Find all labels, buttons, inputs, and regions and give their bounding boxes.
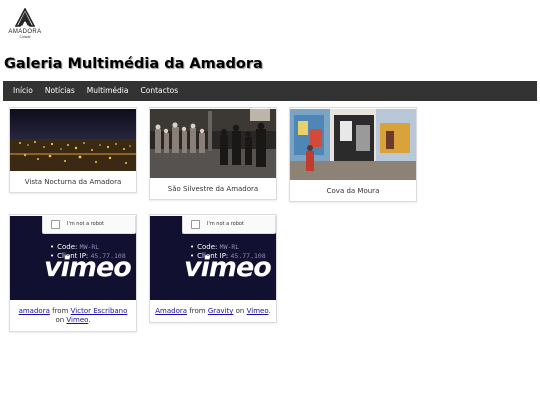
video-title-link[interactable]: amadora [19,307,50,315]
vimeo-link[interactable]: Vimeo [66,316,88,324]
code-label: Code: [197,243,218,251]
gallery-card-cova-da-moura[interactable]: Cova da Moura [289,107,417,202]
nav-item-contactos[interactable]: Contactos [135,81,185,101]
vimeo-logo: vimeo [44,252,132,283]
vimeo-embed-player[interactable]: I'm not a robot • Code: MW-RL • Client IP:… [10,216,136,300]
gallery-caption: Vista Nocturna da Amadora [24,178,122,186]
author-link[interactable]: Gravity [208,307,234,315]
recaptcha-widget[interactable]: I'm not a robot [182,216,276,234]
video-card-amadora: I'm not a robot • Code: MW-RL • Client IP:… [9,214,137,332]
video-caption: Amadora from Gravity on Vimeo. [150,300,276,322]
amadora-logo-icon [15,8,35,27]
amadora-logo[interactable]: AMADORA Cidade [6,8,44,39]
gallery-caption: São Silvestre da Amadora [167,185,259,193]
code-label: Code: [57,243,78,251]
captcha-label: I'm not a robot [67,221,104,227]
page-title: Galeria Multimédia da Amadora [4,56,263,72]
mural-photo[interactable] [290,109,416,180]
gallery-caption: Cova da Moura [326,187,380,195]
bullet-icon: • [190,243,195,251]
author-link[interactable]: Victor Escribano [71,307,128,315]
video-title-link[interactable]: Amadora [155,307,187,315]
street-race-photo[interactable] [150,109,276,178]
gallery-card-night-view[interactable]: Vista Nocturna da Amadora [9,107,137,193]
gallery-card-sao-silvestre[interactable]: São Silvestre da Amadora [149,107,277,200]
end-punct: . [88,316,91,324]
bullet-icon: • [50,243,55,251]
code-value: MW-RL [219,243,240,251]
video-caption: amadora from Victor Escribano on Vimeo. [10,300,136,331]
main-navbar: Início Notícias Multimédia Contactos [3,81,537,101]
vimeo-embed-player[interactable]: I'm not a robot • Code: MW-RL • Client IP:… [150,216,276,300]
captcha-label: I'm not a robot [207,221,244,227]
end-punct: . [268,307,271,315]
vimeo-link[interactable]: Vimeo [247,307,269,315]
captcha-checkbox[interactable] [51,219,60,229]
nav-item-noticias[interactable]: Notícias [39,81,81,101]
logo-subtitle: Cidade [19,35,31,39]
nav-item-multimedia[interactable]: Multimédia [81,81,135,101]
captcha-checkbox[interactable] [191,219,200,229]
recaptcha-widget[interactable]: I'm not a robot [42,216,136,234]
vimeo-logo: vimeo [184,252,272,283]
from-text: from [52,307,69,315]
code-value: MW-RL [79,243,100,251]
video-card-gravity: I'm not a robot • Code: MW-RL • Client IP:… [149,214,277,323]
on-text: on [235,307,245,315]
nav-item-inicio[interactable]: Início [7,81,39,101]
from-text: from [189,307,206,315]
on-text: on [55,316,65,324]
night-city-photo[interactable] [10,109,136,171]
